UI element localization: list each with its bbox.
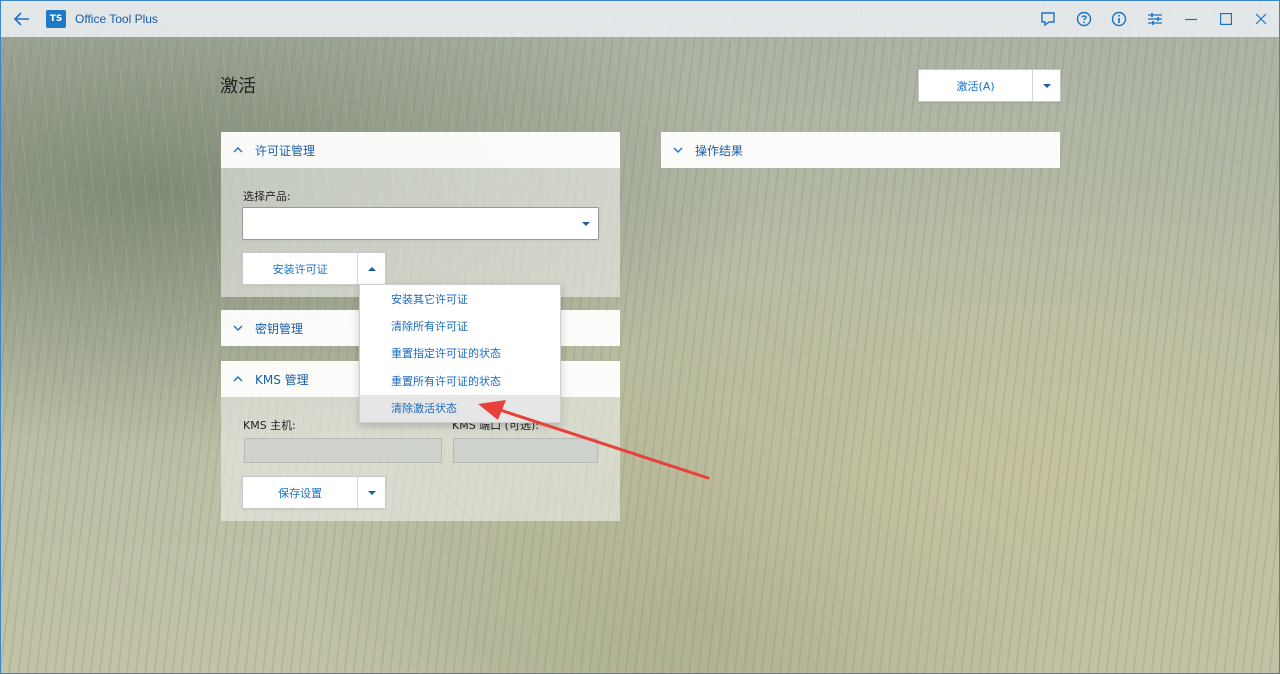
annotation-arrow bbox=[478, 400, 710, 480]
